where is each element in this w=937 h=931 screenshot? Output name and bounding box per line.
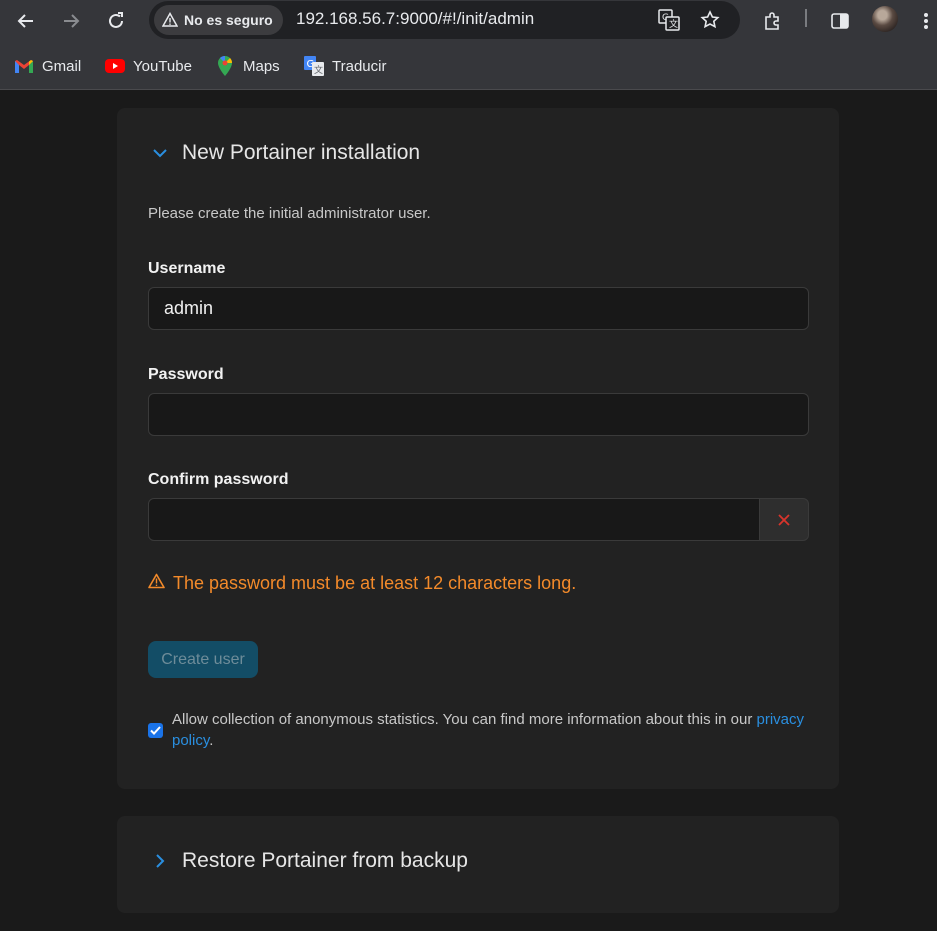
address-bar[interactable]: No es seguro 192.168.56.7:9000/#!/init/a… <box>149 1 740 39</box>
translate-page-icon[interactable]: G文 <box>657 8 681 32</box>
warning-text: The password must be at least 12 charact… <box>173 573 577 593</box>
back-button[interactable] <box>11 6 41 36</box>
restore-title: Restore Portainer from backup <box>182 849 468 872</box>
panel-title: New Portainer installation <box>182 141 421 164</box>
side-panel-icon[interactable] <box>825 6 855 36</box>
bookmark-star-icon[interactable] <box>698 8 722 32</box>
svg-text:文: 文 <box>314 64 323 76</box>
browser-toolbar: No es seguro 192.168.56.7:9000/#!/init/a… <box>0 0 937 42</box>
confirm-password-label: Confirm password <box>148 471 289 488</box>
password-label: Password <box>148 366 224 383</box>
stats-suffix: . <box>209 732 214 749</box>
bookmark-youtube[interactable]: YouTube <box>105 52 192 80</box>
profile-avatar[interactable] <box>872 6 898 32</box>
new-installation-panel: New Portainer installation Please create… <box>117 108 839 789</box>
confirm-password-input[interactable] <box>149 499 759 540</box>
forward-button[interactable] <box>56 6 86 36</box>
chevron-right-icon <box>150 851 170 871</box>
security-label: No es seguro <box>184 12 273 28</box>
svg-text:文: 文 <box>669 18 678 30</box>
create-user-button[interactable]: Create user <box>148 641 258 678</box>
gmail-icon <box>14 56 34 76</box>
bookmark-maps[interactable]: Maps <box>215 52 280 80</box>
maps-icon <box>215 56 235 76</box>
stats-description: Allow collection of anonymous statistics… <box>172 711 757 728</box>
bookmarks-bar: Gmail YouTube Maps G文 Traducir <box>0 42 937 90</box>
bookmark-gmail[interactable]: Gmail <box>14 52 81 80</box>
bookmark-translate[interactable]: G文 Traducir <box>304 52 386 80</box>
reload-icon <box>109 12 123 28</box>
extensions-icon[interactable] <box>758 6 788 36</box>
security-indicator[interactable]: No es seguro <box>154 5 283 35</box>
bookmark-label: Maps <box>243 57 280 75</box>
chevron-down-icon <box>150 143 170 163</box>
restore-backup-panel: Restore Portainer from backup <box>117 816 839 913</box>
forward-arrow-icon <box>64 14 80 28</box>
translate-icon: G文 <box>304 56 324 76</box>
username-input[interactable] <box>149 288 808 329</box>
stats-text: Allow collection of anonymous statistics… <box>172 709 808 751</box>
back-arrow-icon <box>17 14 33 28</box>
stats-checkbox[interactable] <box>148 723 163 738</box>
confirm-password-group <box>148 498 809 541</box>
restore-backup-toggle[interactable]: Restore Portainer from backup <box>150 849 468 873</box>
username-field[interactable] <box>148 287 809 330</box>
anonymous-stats-option: Allow collection of anonymous statistics… <box>148 709 808 751</box>
confirm-password-field[interactable] <box>148 498 760 541</box>
mismatch-x-icon <box>759 498 809 541</box>
new-installation-toggle[interactable]: New Portainer installation <box>150 141 420 165</box>
password-input[interactable] <box>149 394 808 435</box>
warning-triangle-icon <box>148 573 165 594</box>
password-field[interactable] <box>148 393 809 436</box>
bookmark-label: YouTube <box>133 57 192 75</box>
toolbar-divider <box>805 9 807 27</box>
bookmark-label: Gmail <box>42 57 82 75</box>
menu-kebab-icon[interactable] <box>916 6 936 36</box>
youtube-icon <box>105 56 125 76</box>
warning-triangle-icon <box>162 12 178 27</box>
url-text[interactable]: 192.168.56.7:9000/#!/init/admin <box>296 9 534 29</box>
intro-text: Please create the initial administrator … <box>148 205 431 222</box>
username-label: Username <box>148 260 226 277</box>
bookmark-label: Traducir <box>332 57 387 75</box>
password-length-warning: The password must be at least 12 charact… <box>148 573 576 594</box>
reload-button[interactable] <box>101 6 131 36</box>
